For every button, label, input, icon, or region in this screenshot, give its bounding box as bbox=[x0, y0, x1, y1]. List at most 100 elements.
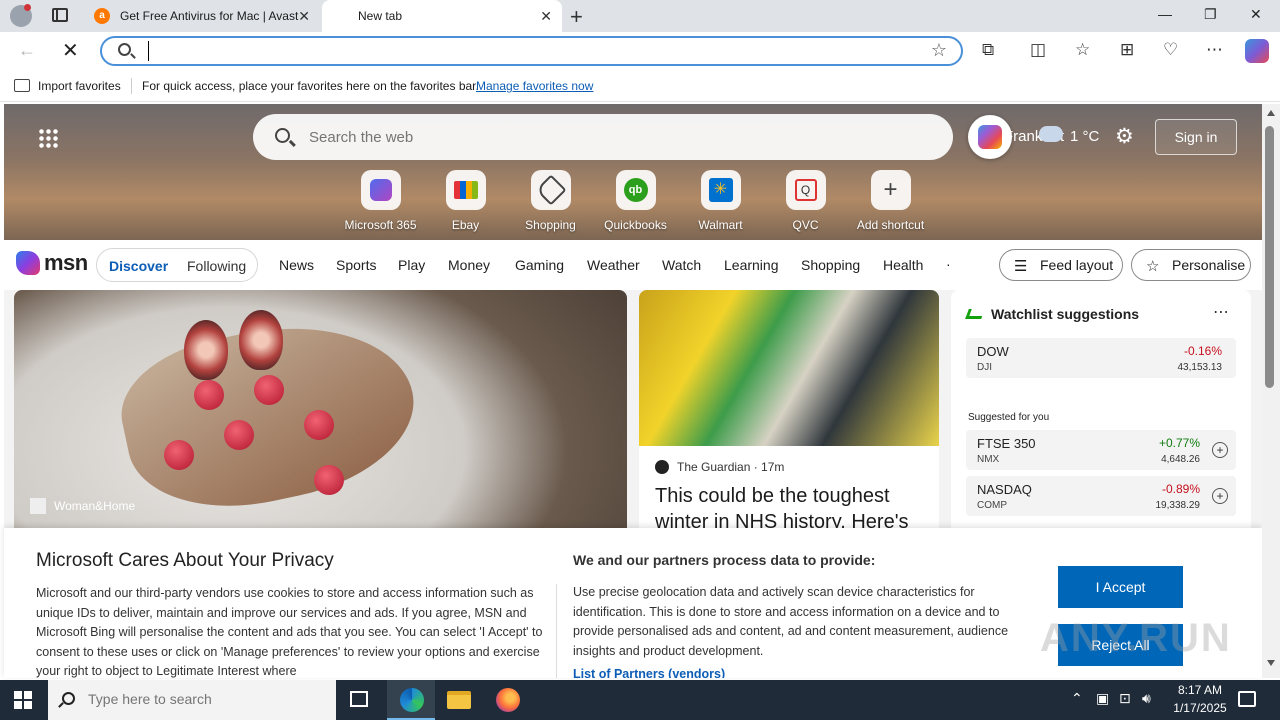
stock-value: 4,648.26 bbox=[1161, 454, 1200, 465]
tab-actions-icon[interactable] bbox=[52, 8, 68, 22]
split-screen-icon[interactable]: ◫ bbox=[1030, 40, 1046, 60]
card-source: Woman&Home bbox=[30, 498, 135, 514]
more-options-icon[interactable]: ⋯ bbox=[1206, 40, 1223, 60]
personalise-button[interactable]: ☆ Personalise bbox=[1131, 249, 1251, 281]
windows-start-icon[interactable] bbox=[14, 691, 32, 709]
taskbar-search-box[interactable] bbox=[48, 680, 336, 720]
network-icon[interactable]: ⊡ bbox=[1119, 690, 1131, 707]
vertical-scrollbar[interactable] bbox=[1262, 104, 1280, 678]
scroll-down-arrow-icon[interactable] bbox=[1267, 660, 1275, 666]
notification-icon[interactable] bbox=[1238, 691, 1256, 707]
nav-shopping[interactable]: Shopping bbox=[801, 257, 860, 273]
nav-sports[interactable]: Sports bbox=[336, 257, 376, 273]
search-icon bbox=[118, 43, 131, 56]
close-tab-icon[interactable]: ✕ bbox=[540, 8, 552, 25]
stock-row-ftse[interactable]: FTSE 350 NMX +0.77% 4,648.26 + bbox=[966, 430, 1236, 470]
raspberry-image bbox=[304, 410, 334, 440]
restore-icon[interactable]: ❐ bbox=[1204, 6, 1217, 23]
favorite-star-icon[interactable]: ☆ bbox=[931, 40, 947, 61]
shortcut-walmart[interactable]: ✳ Walmart bbox=[678, 170, 763, 232]
scroll-up-arrow-icon[interactable] bbox=[1267, 110, 1275, 116]
tab-avast[interactable]: a Get Free Antivirus for Mac | Avast ✕ bbox=[84, 0, 320, 32]
address-bar[interactable]: ☆ bbox=[100, 36, 963, 66]
browser-essentials-icon[interactable]: ♡ bbox=[1163, 40, 1178, 60]
task-view-icon[interactable] bbox=[350, 691, 368, 707]
toolbar: ← ✕ ☆ ⧉ ◫ ☆ ⊞ ♡ ⋯ bbox=[0, 32, 1280, 70]
copilot-bubble-icon[interactable] bbox=[968, 115, 1012, 159]
nav-health[interactable]: Health bbox=[883, 257, 923, 273]
msn-nav-bar: msn Discover Following News Sports Play … bbox=[4, 240, 1262, 290]
copilot-icon[interactable] bbox=[1245, 39, 1269, 63]
msn-logo[interactable]: msn bbox=[16, 250, 88, 276]
scroll-thumb[interactable] bbox=[1265, 126, 1274, 388]
clock-time[interactable]: 8:17 AM bbox=[1170, 683, 1230, 697]
close-tab-icon[interactable]: ✕ bbox=[298, 8, 310, 25]
profile-avatar-icon[interactable] bbox=[10, 4, 32, 27]
walmart-icon: ✳ bbox=[708, 178, 733, 202]
shortcut-qvc[interactable]: Q QVC bbox=[763, 170, 848, 232]
shortcut-shopping[interactable]: Shopping bbox=[508, 170, 593, 232]
msn-search-input[interactable] bbox=[309, 126, 909, 148]
feed-layout-button[interactable]: ☰ Feed layout bbox=[999, 249, 1123, 281]
folder-icon bbox=[447, 691, 471, 709]
search-icon bbox=[275, 128, 290, 143]
guardian-logo-icon bbox=[655, 460, 669, 474]
shortcut-tile: qb bbox=[615, 170, 656, 210]
tab-discover[interactable]: Discover bbox=[109, 258, 168, 274]
tab-following[interactable]: Following bbox=[187, 258, 246, 274]
favorites-icon[interactable]: ☆ bbox=[1075, 40, 1090, 60]
extensions-icon[interactable]: ⧉ bbox=[982, 40, 994, 60]
shortcut-microsoft-365[interactable]: Microsoft 365 bbox=[338, 170, 423, 232]
minimize-icon[interactable]: — bbox=[1158, 6, 1172, 22]
sign-in-button[interactable]: Sign in bbox=[1155, 119, 1237, 155]
back-arrow-icon[interactable]: ← bbox=[18, 40, 36, 61]
stock-row-dow[interactable]: DOW DJI -0.16% 43,153.13 bbox=[966, 338, 1236, 378]
nav-news[interactable]: News bbox=[279, 257, 314, 273]
shortcut-quickbooks[interactable]: qb Quickbooks bbox=[593, 170, 678, 232]
accept-button[interactable]: I Accept bbox=[1058, 566, 1183, 608]
chevron-up-icon[interactable]: ⌃ bbox=[1071, 690, 1083, 707]
address-input[interactable] bbox=[148, 41, 908, 61]
volume-icon[interactable]: 🔊︎ bbox=[1142, 690, 1151, 707]
stop-loading-icon[interactable]: ✕ bbox=[62, 38, 79, 63]
collections-icon[interactable]: ⊞ bbox=[1120, 40, 1134, 60]
shortcut-ebay[interactable]: Ebay bbox=[423, 170, 508, 232]
new-tab-icon[interactable]: + bbox=[570, 4, 583, 30]
nav-weather[interactable]: Weather bbox=[587, 257, 640, 273]
clock-date[interactable]: 1/17/2025 bbox=[1166, 701, 1234, 715]
nav-watch[interactable]: Watch bbox=[662, 257, 701, 273]
taskbar-search-input[interactable] bbox=[88, 691, 318, 707]
add-to-watchlist-icon[interactable]: + bbox=[1212, 488, 1228, 504]
device-icon[interactable]: ▣ bbox=[1096, 690, 1109, 707]
stock-row-nasdaq[interactable]: NASDAQ COMP -0.89% 19,338.29 + bbox=[966, 476, 1236, 516]
apps-grid-icon[interactable] bbox=[38, 128, 58, 148]
privacy-purposes-heading: We and our partners process data to prov… bbox=[573, 552, 876, 568]
manage-favorites-link[interactable]: Manage favorites now bbox=[476, 79, 593, 93]
settings-gear-icon[interactable]: ⚙ bbox=[1115, 124, 1134, 149]
more-options-icon[interactable]: ⋯ bbox=[1213, 302, 1229, 322]
divider bbox=[131, 78, 132, 94]
shortcut-add[interactable]: + Add shortcut bbox=[848, 170, 933, 232]
fig-image bbox=[184, 320, 228, 380]
add-to-watchlist-icon[interactable]: + bbox=[1212, 442, 1228, 458]
shortcut-label: Ebay bbox=[451, 218, 480, 232]
taskbar-firefox[interactable] bbox=[484, 680, 532, 720]
partners-link[interactable]: List of Partners (vendors) bbox=[573, 667, 725, 678]
tab-new-tab[interactable]: New tab ✕ bbox=[322, 0, 562, 32]
import-favorites-icon[interactable] bbox=[14, 79, 30, 92]
nav-learning[interactable]: Learning bbox=[724, 257, 779, 273]
nav-money[interactable]: Money bbox=[448, 257, 490, 273]
close-window-icon[interactable]: ✕ bbox=[1250, 6, 1262, 23]
partly-cloudy-icon bbox=[1039, 119, 1063, 142]
taskbar-file-explorer[interactable] bbox=[435, 680, 483, 720]
raspberry-image bbox=[254, 375, 284, 405]
taskbar-edge[interactable] bbox=[387, 680, 435, 720]
weather-temperature[interactable]: 1 °C bbox=[1070, 128, 1099, 145]
card-source: The Guardian · 17m bbox=[655, 460, 784, 474]
msn-search-box[interactable] bbox=[253, 114, 953, 160]
nav-gaming[interactable]: Gaming bbox=[515, 257, 564, 273]
import-favorites-button[interactable]: Import favorites bbox=[38, 79, 121, 93]
raspberry-image bbox=[164, 440, 194, 470]
nav-play[interactable]: Play bbox=[398, 257, 425, 273]
raspberry-image bbox=[194, 380, 224, 410]
